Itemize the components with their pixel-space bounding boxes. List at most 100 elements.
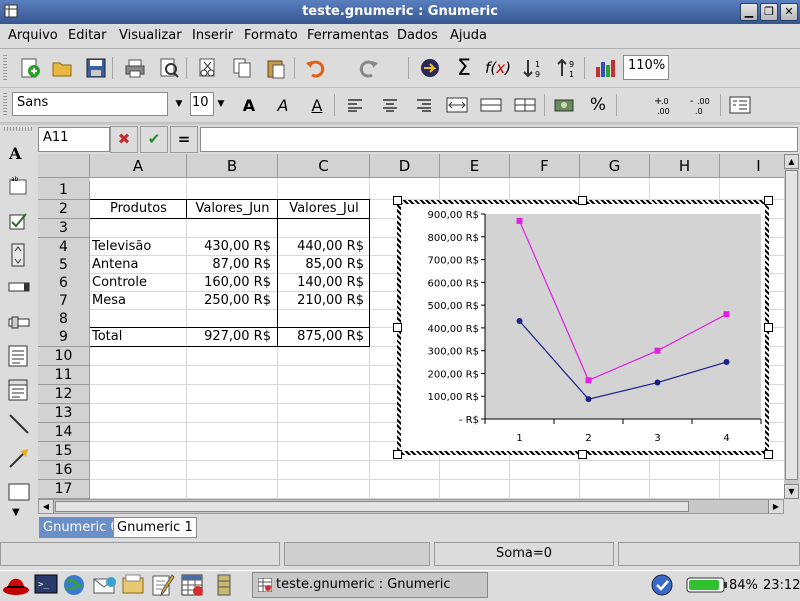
font-size-field[interactable]: 10	[190, 92, 214, 116]
scroll-right-arrow[interactable]: ▶	[768, 500, 783, 513]
percent-format-button[interactable]: %	[585, 92, 611, 118]
row-header[interactable]: 12	[38, 385, 90, 404]
frame-tool-icon[interactable]: ab	[8, 175, 28, 195]
table-cell[interactable]: 85,00 R$	[278, 256, 364, 274]
row-header[interactable]: 5	[38, 256, 90, 275]
cut-icon[interactable]	[194, 55, 220, 81]
zoom-field[interactable]: 110%	[623, 55, 669, 80]
print-preview-icon[interactable]	[156, 55, 182, 81]
more-tools-icon[interactable]: ▼	[12, 507, 20, 518]
scroll-up-arrow[interactable]: ▲	[784, 154, 799, 169]
menu-formato[interactable]: Formato	[244, 28, 298, 43]
table-total-cell[interactable]: 927,00 R$	[187, 328, 271, 346]
row-header[interactable]: 4	[38, 238, 90, 257]
resize-handle[interactable]	[578, 450, 587, 459]
table-cell[interactable]: Mesa	[92, 292, 126, 310]
column-header[interactable]: D	[370, 154, 440, 178]
cancel-entry-button[interactable]: ✖	[110, 126, 138, 153]
text-editor-icon[interactable]	[150, 573, 176, 597]
font-name-dropdown-icon[interactable]: ▼	[174, 99, 184, 109]
table-cell[interactable]: 430,00 R$	[187, 238, 271, 256]
row-header[interactable]: 3	[38, 219, 90, 238]
table-cell[interactable]: 140,00 R$	[278, 274, 364, 292]
sheet-tab[interactable]: Gnumeric 1	[113, 517, 197, 538]
archive-icon[interactable]	[212, 573, 238, 597]
menu-arquivo[interactable]: Arquivo	[8, 28, 58, 43]
table-header-cell[interactable]: Produtos	[90, 200, 187, 218]
align-right-icon[interactable]	[411, 92, 437, 118]
resize-handle[interactable]	[393, 196, 402, 205]
table-total-cell[interactable]: 875,00 R$	[278, 328, 364, 346]
label-tool-icon[interactable]: A	[9, 144, 21, 163]
indent-icon[interactable]	[727, 92, 753, 118]
font-size-dropdown-icon[interactable]: ▼	[216, 99, 226, 109]
row-header[interactable]: 2	[38, 200, 90, 219]
accept-entry-button[interactable]: ✔	[140, 126, 168, 153]
center-across-selection-icon[interactable]	[444, 92, 470, 118]
align-center-icon[interactable]	[377, 92, 403, 118]
slider-tool-icon[interactable]	[8, 315, 30, 329]
table-header-cell[interactable]: Valores_Jun	[187, 200, 278, 218]
menu-dados[interactable]: Dados	[397, 28, 438, 43]
resize-handle[interactable]	[764, 196, 773, 205]
unmerge-cells-icon[interactable]	[512, 92, 538, 118]
clock[interactable]: 23:12	[763, 578, 800, 593]
row-header[interactable]: 15	[38, 442, 90, 461]
resize-handle[interactable]	[393, 323, 402, 332]
vertical-scrollbar[interactable]: ▲ ▼	[784, 154, 799, 499]
hyperlink-icon[interactable]	[417, 55, 443, 81]
decrease-decimals-icon[interactable]: - .00.0	[688, 92, 714, 118]
horizontal-scrollbar[interactable]: ◀ ▶	[38, 499, 784, 514]
menu-visualizar[interactable]: Visualizar	[119, 28, 182, 43]
table-cell[interactable]: 210,00 R$	[278, 292, 364, 310]
column-header[interactable]: B	[187, 154, 278, 178]
terminal-icon[interactable]: >_	[34, 573, 60, 597]
open-folder-icon[interactable]	[49, 55, 75, 81]
spreadsheet-grid[interactable]: A B C D E F G H I 1 2 3 4 5 6 7 8 9 10 1…	[38, 154, 798, 499]
scroll-down-arrow[interactable]: ▼	[784, 484, 799, 499]
table-cell[interactable]: Controle	[92, 274, 147, 292]
redo-icon[interactable]	[356, 55, 382, 81]
horizontal-scroll-thumb[interactable]	[55, 501, 689, 512]
menu-ferramentas[interactable]: Ferramentas	[307, 28, 389, 43]
underline-button[interactable]: A	[304, 92, 330, 118]
table-header-cell[interactable]: Valores_Jul	[278, 200, 370, 218]
row-header[interactable]: 11	[38, 366, 90, 385]
column-header[interactable]: E	[440, 154, 510, 178]
row-header[interactable]: 14	[38, 423, 90, 442]
browser-globe-icon[interactable]	[62, 573, 88, 597]
column-header[interactable]: F	[510, 154, 580, 178]
chart-object[interactable]: 900,00 R$ 800,00 R$ 700,00 R$ 600,00 R$ 500,…	[397, 200, 769, 455]
menu-ajuda[interactable]: Ajuda	[450, 28, 487, 43]
row-header[interactable]: 13	[38, 404, 90, 423]
copy-icon[interactable]	[229, 55, 255, 81]
table-total-cell[interactable]: Total	[92, 328, 122, 346]
resize-handle[interactable]	[764, 323, 773, 332]
row-header[interactable]: 9	[38, 328, 90, 347]
increase-decimals-icon[interactable]: + .0.00	[652, 92, 678, 118]
italic-button[interactable]: A	[270, 92, 296, 118]
table-cell[interactable]: 87,00 R$	[187, 256, 271, 274]
line-chart[interactable]: 900,00 R$ 800,00 R$ 700,00 R$ 600,00 R$ 500,…	[401, 204, 765, 451]
function-icon[interactable]: f(x)	[485, 55, 511, 81]
table-cell[interactable]: Antena	[92, 256, 138, 274]
rectangle-tool-icon[interactable]	[8, 483, 30, 501]
column-header[interactable]: G	[580, 154, 650, 178]
edit-formula-button[interactable]: =	[170, 126, 198, 153]
bold-button[interactable]: A	[236, 92, 262, 118]
font-name-field[interactable]: Sans	[12, 92, 168, 116]
select-all-corner[interactable]	[38, 154, 90, 178]
resize-handle[interactable]	[578, 196, 587, 205]
checkbox-tool-icon[interactable]	[8, 211, 28, 231]
paste-icon[interactable]	[263, 55, 289, 81]
close-button[interactable]: ✕	[780, 3, 798, 21]
row-header[interactable]: 6	[38, 274, 90, 293]
chart-guru-icon[interactable]	[592, 55, 618, 81]
save-icon[interactable]	[83, 55, 109, 81]
line-tool-icon[interactable]	[8, 413, 30, 435]
row-header[interactable]: 16	[38, 461, 90, 480]
sum-icon[interactable]: Σ	[451, 55, 477, 81]
table-cell[interactable]: 440,00 R$	[278, 238, 364, 256]
scrollbar-tool-icon[interactable]	[8, 280, 30, 294]
row-header[interactable]: 10	[38, 347, 90, 366]
